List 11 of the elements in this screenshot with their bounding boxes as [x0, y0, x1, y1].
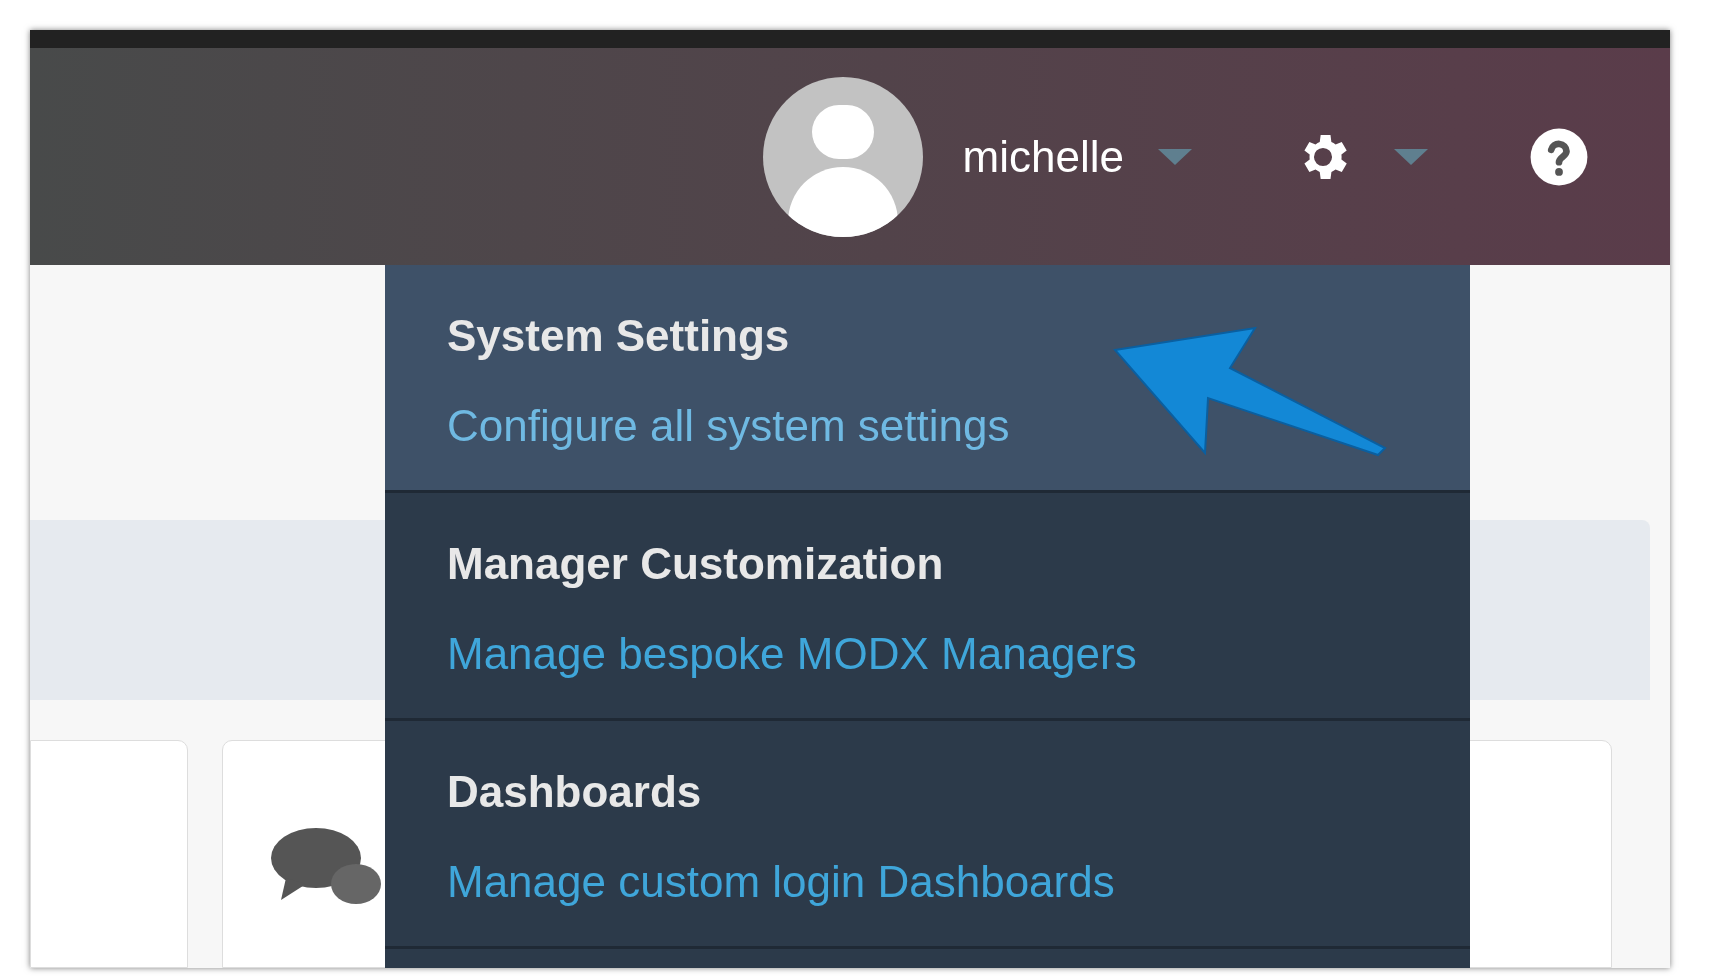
caret-icon — [1158, 148, 1192, 165]
caret-icon — [1394, 148, 1428, 165]
menu-item-title: Manager Customization — [447, 538, 945, 590]
menu-item-description: Configure all system settings — [447, 400, 1011, 452]
menu-item-title: Dashboards — [447, 766, 703, 818]
username-menu[interactable]: michelle — [962, 123, 1192, 190]
menu-item-description: Manage bespoke MODX Managers — [447, 628, 1138, 680]
menu-item-title: System Settings — [447, 310, 791, 362]
menu-item[interactable]: System Settings Configure all system settings — [385, 265, 1470, 493]
menu-item-description: Manage custom login Dashboards — [447, 856, 1116, 908]
chat-bubbles-icon — [271, 826, 381, 906]
